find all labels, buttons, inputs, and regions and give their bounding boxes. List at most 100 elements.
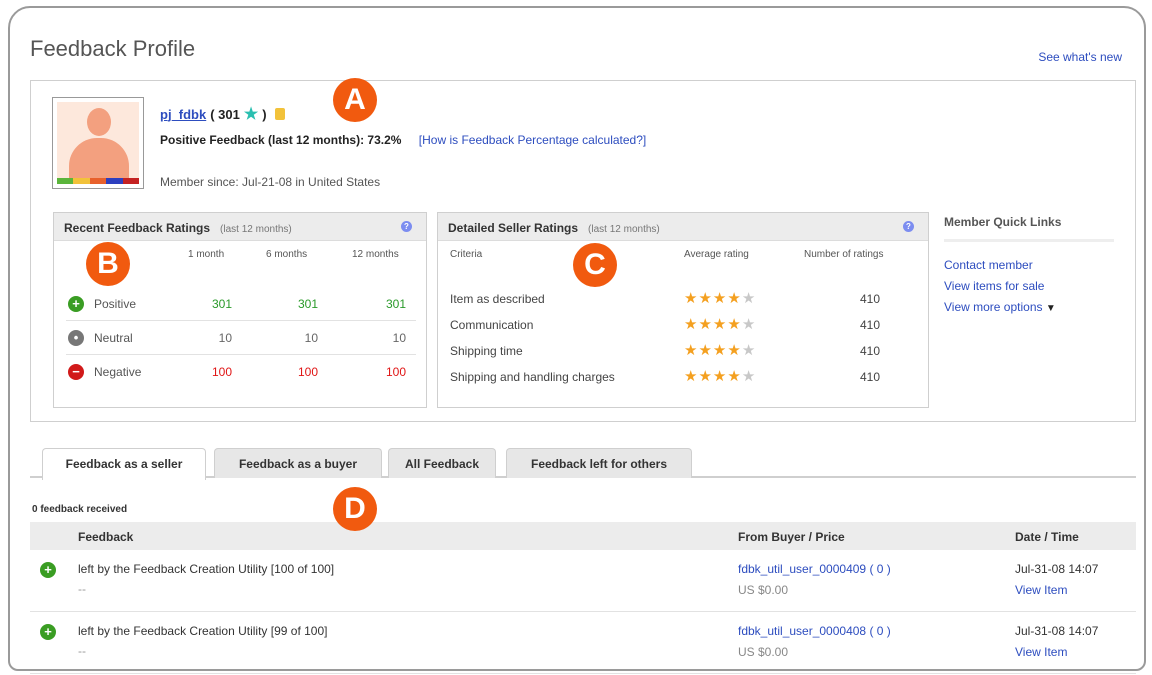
whats-new-link[interactable]: See what's new bbox=[1038, 50, 1122, 64]
score-close: ) bbox=[262, 106, 267, 122]
rating-label: Positive bbox=[94, 297, 137, 311]
tab-feedback-as-seller[interactable]: Feedback as a seller bbox=[42, 448, 206, 480]
rating-value[interactable]: 301 bbox=[346, 297, 406, 311]
rating-row-neutral: • Neutral 10 10 10 bbox=[66, 321, 416, 355]
rating-value[interactable]: 10 bbox=[258, 331, 318, 345]
username-link[interactable]: pj_fdbk bbox=[160, 107, 206, 122]
feedback-score: ( 301 bbox=[210, 106, 240, 122]
seller-rating-row: Item as described ★★★★★ 410 bbox=[450, 287, 920, 313]
tab-feedback-left-for-others[interactable]: Feedback left for others bbox=[506, 448, 692, 478]
criteria-label: Item as described bbox=[450, 292, 545, 306]
rating-row-positive: + Positive 301 301 301 bbox=[66, 287, 416, 321]
rating-label: Negative bbox=[94, 365, 142, 379]
criteria-label: Shipping time bbox=[450, 344, 523, 358]
detailed-seller-ratings: Detailed Seller Ratings (last 12 months) … bbox=[437, 212, 929, 408]
star-icon: ★ bbox=[727, 368, 742, 385]
feedback-date: Jul-31-08 14:07 bbox=[1015, 562, 1099, 576]
buyer-link[interactable]: fdbk_util_user_0000408 ( 0 ) bbox=[738, 624, 891, 638]
rating-value[interactable]: 100 bbox=[258, 365, 318, 379]
strip-seg bbox=[89, 178, 107, 184]
strip-seg bbox=[122, 178, 140, 184]
feedback-received-count: 0 feedback received bbox=[32, 504, 128, 515]
rating-value[interactable]: 301 bbox=[258, 297, 318, 311]
avatar[interactable] bbox=[52, 97, 144, 189]
member-quick-links: Member Quick Links Contact member View i… bbox=[944, 212, 1114, 314]
view-more-options-link[interactable]: View more options ▼ bbox=[944, 300, 1114, 314]
star-icon: ★ bbox=[712, 368, 728, 385]
positive-feedback-line: Positive Feedback (last 12 months): 73.2… bbox=[160, 133, 646, 147]
rating-value[interactable]: 100 bbox=[346, 365, 406, 379]
tab-all-feedback[interactable]: All Feedback bbox=[388, 448, 496, 478]
help-icon[interactable]: ? bbox=[903, 221, 914, 232]
item-price: US $0.00 bbox=[738, 645, 789, 659]
marker-c: C bbox=[573, 243, 617, 287]
star-icon: ★ bbox=[741, 368, 757, 385]
star-icon: ★ bbox=[727, 290, 742, 307]
rating-value[interactable]: 10 bbox=[172, 331, 232, 345]
page-title: Feedback Profile bbox=[30, 36, 196, 61]
strip-seg bbox=[73, 178, 90, 184]
feedback-text: left by the Feedback Creation Utility [1… bbox=[78, 562, 335, 576]
positive-icon: + bbox=[40, 624, 56, 640]
rating-value[interactable]: 301 bbox=[172, 297, 232, 311]
seller-rating-row: Shipping and handling charges ★★★★★ 410 bbox=[450, 365, 920, 391]
star-icon: ★ bbox=[741, 290, 757, 307]
star-icon: ★ bbox=[741, 316, 757, 333]
marker-a: A bbox=[333, 78, 377, 122]
col-criteria: Criteria bbox=[450, 249, 483, 260]
star-icon: ★ bbox=[727, 342, 742, 359]
quick-links-title: Member Quick Links bbox=[944, 212, 1114, 242]
star-icon: ★ bbox=[727, 316, 742, 333]
star-icon: ★ bbox=[698, 342, 713, 359]
marker-b: B bbox=[86, 242, 130, 286]
view-items-link[interactable]: View items for sale bbox=[944, 279, 1114, 293]
star-icon: ★ bbox=[698, 316, 713, 333]
avatar-color-strip bbox=[57, 178, 140, 184]
feedback-calc-link[interactable]: [How is Feedback Percentage calculated?] bbox=[419, 133, 646, 147]
negative-icon: − bbox=[68, 364, 84, 380]
strip-seg bbox=[106, 178, 123, 184]
seller-rating-row: Shipping time ★★★★★ 410 bbox=[450, 339, 920, 365]
detailed-ratings-subtitle: (last 12 months) bbox=[588, 224, 660, 235]
col-6-months: 6 months bbox=[266, 249, 308, 260]
rating-value[interactable]: 10 bbox=[346, 331, 406, 345]
star-icon: ★ bbox=[698, 368, 713, 385]
star-rating: ★★★★★ bbox=[684, 367, 756, 385]
strip-seg bbox=[57, 178, 74, 184]
star-icon[interactable]: ★ bbox=[244, 104, 258, 124]
tab-feedback-as-buyer[interactable]: Feedback as a buyer bbox=[214, 448, 382, 478]
star-icon: ★ bbox=[712, 290, 728, 307]
buyer-link[interactable]: fdbk_util_user_0000409 ( 0 ) bbox=[738, 562, 891, 576]
view-item-link[interactable]: View Item bbox=[1015, 583, 1067, 597]
item-price: US $0.00 bbox=[738, 583, 789, 597]
col-number-ratings: Number of ratings bbox=[804, 249, 884, 260]
positive-icon: + bbox=[40, 562, 56, 578]
header-feedback: Feedback bbox=[78, 530, 134, 544]
help-icon[interactable]: ? bbox=[401, 221, 412, 232]
positive-icon: + bbox=[68, 296, 84, 312]
contact-member-link[interactable]: Contact member bbox=[944, 258, 1114, 272]
rating-value[interactable]: 100 bbox=[172, 365, 232, 379]
rating-label: Neutral bbox=[94, 331, 133, 345]
star-icon: ★ bbox=[741, 342, 757, 359]
col-12-months: 12 months bbox=[352, 249, 399, 260]
star-rating: ★★★★★ bbox=[684, 315, 756, 333]
col-1-month: 1 month bbox=[188, 249, 225, 260]
view-item-link[interactable]: View Item bbox=[1015, 645, 1067, 659]
feedback-table: Feedback From Buyer / Price Date / Time … bbox=[30, 522, 1136, 674]
star-icon: ★ bbox=[684, 316, 699, 333]
seller-rating-row: Communication ★★★★★ 410 bbox=[450, 313, 920, 339]
feedback-comment: -- bbox=[78, 644, 86, 658]
star-icon: ★ bbox=[712, 342, 728, 359]
criteria-label: Shipping and handling charges bbox=[450, 370, 615, 384]
view-more-options-label[interactable]: View more options bbox=[944, 300, 1043, 314]
detailed-ratings-title: Detailed Seller Ratings bbox=[448, 221, 579, 235]
triangle-down-icon[interactable]: ▼ bbox=[1046, 303, 1056, 314]
avatar-head-icon bbox=[87, 108, 111, 136]
criteria-label: Communication bbox=[450, 318, 534, 332]
recent-ratings-title: Recent Feedback Ratings bbox=[64, 221, 211, 235]
col-average-rating: Average rating bbox=[684, 249, 749, 260]
rating-row-negative: − Negative 100 100 100 bbox=[66, 355, 416, 389]
feedback-text: left by the Feedback Creation Utility [9… bbox=[78, 624, 328, 638]
user-line: pj_fdbk ( 301 ★ ) bbox=[160, 104, 285, 124]
